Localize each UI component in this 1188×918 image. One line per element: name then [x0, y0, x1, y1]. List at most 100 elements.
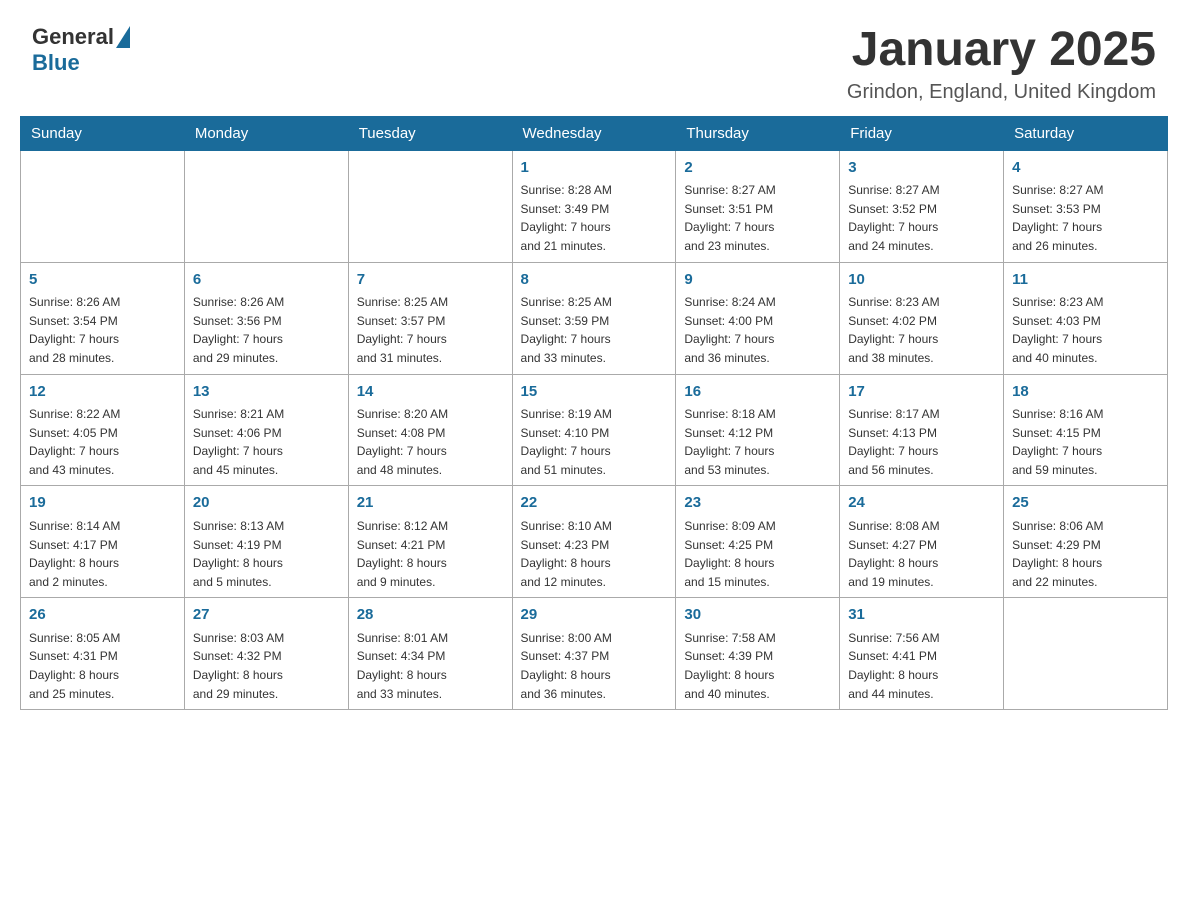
calendar-cell: 5Sunrise: 8:26 AM Sunset: 3:54 PM Daylig…	[21, 262, 185, 374]
day-info: Sunrise: 8:27 AM Sunset: 3:53 PM Dayligh…	[1012, 181, 1159, 255]
day-info: Sunrise: 8:06 AM Sunset: 4:29 PM Dayligh…	[1012, 517, 1159, 591]
calendar-cell	[184, 150, 348, 262]
calendar-header: SundayMondayTuesdayWednesdayThursdayFrid…	[21, 116, 1168, 150]
day-info: Sunrise: 8:00 AM Sunset: 4:37 PM Dayligh…	[521, 629, 668, 703]
calendar-cell: 28Sunrise: 8:01 AM Sunset: 4:34 PM Dayli…	[348, 598, 512, 710]
day-info: Sunrise: 8:09 AM Sunset: 4:25 PM Dayligh…	[684, 517, 831, 591]
day-info: Sunrise: 8:26 AM Sunset: 3:54 PM Dayligh…	[29, 293, 176, 367]
day-number: 18	[1012, 381, 1159, 404]
calendar-week-4: 19Sunrise: 8:14 AM Sunset: 4:17 PM Dayli…	[21, 486, 1168, 598]
day-number: 8	[521, 269, 668, 292]
day-info: Sunrise: 8:14 AM Sunset: 4:17 PM Dayligh…	[29, 517, 176, 591]
day-number: 16	[684, 381, 831, 404]
calendar-cell: 3Sunrise: 8:27 AM Sunset: 3:52 PM Daylig…	[840, 150, 1004, 262]
calendar-cell: 10Sunrise: 8:23 AM Sunset: 4:02 PM Dayli…	[840, 262, 1004, 374]
calendar-cell: 7Sunrise: 8:25 AM Sunset: 3:57 PM Daylig…	[348, 262, 512, 374]
calendar-cell: 1Sunrise: 8:28 AM Sunset: 3:49 PM Daylig…	[512, 150, 676, 262]
calendar-week-1: 1Sunrise: 8:28 AM Sunset: 3:49 PM Daylig…	[21, 150, 1168, 262]
calendar-cell: 22Sunrise: 8:10 AM Sunset: 4:23 PM Dayli…	[512, 486, 676, 598]
day-number: 4	[1012, 157, 1159, 180]
day-of-week-friday: Friday	[840, 116, 1004, 150]
day-number: 1	[521, 157, 668, 180]
day-number: 10	[848, 269, 995, 292]
calendar-cell	[21, 150, 185, 262]
day-number: 13	[193, 381, 340, 404]
day-number: 7	[357, 269, 504, 292]
calendar-cell: 12Sunrise: 8:22 AM Sunset: 4:05 PM Dayli…	[21, 374, 185, 486]
day-number: 23	[684, 492, 831, 515]
calendar-cell: 19Sunrise: 8:14 AM Sunset: 4:17 PM Dayli…	[21, 486, 185, 598]
calendar-cell: 25Sunrise: 8:06 AM Sunset: 4:29 PM Dayli…	[1004, 486, 1168, 598]
calendar-cell: 2Sunrise: 8:27 AM Sunset: 3:51 PM Daylig…	[676, 150, 840, 262]
calendar-cell: 23Sunrise: 8:09 AM Sunset: 4:25 PM Dayli…	[676, 486, 840, 598]
day-info: Sunrise: 8:26 AM Sunset: 3:56 PM Dayligh…	[193, 293, 340, 367]
calendar-cell: 17Sunrise: 8:17 AM Sunset: 4:13 PM Dayli…	[840, 374, 1004, 486]
day-number: 3	[848, 157, 995, 180]
calendar-cell: 31Sunrise: 7:56 AM Sunset: 4:41 PM Dayli…	[840, 598, 1004, 710]
calendar-cell: 14Sunrise: 8:20 AM Sunset: 4:08 PM Dayli…	[348, 374, 512, 486]
day-number: 2	[684, 157, 831, 180]
calendar-cell: 27Sunrise: 8:03 AM Sunset: 4:32 PM Dayli…	[184, 598, 348, 710]
day-number: 28	[357, 604, 504, 627]
month-title: January 2025	[847, 24, 1156, 77]
day-number: 11	[1012, 269, 1159, 292]
day-info: Sunrise: 8:23 AM Sunset: 4:03 PM Dayligh…	[1012, 293, 1159, 367]
calendar-cell	[1004, 598, 1168, 710]
calendar-cell: 21Sunrise: 8:12 AM Sunset: 4:21 PM Dayli…	[348, 486, 512, 598]
day-of-week-sunday: Sunday	[21, 116, 185, 150]
calendar-wrapper: SundayMondayTuesdayWednesdayThursdayFrid…	[0, 116, 1188, 730]
day-info: Sunrise: 8:22 AM Sunset: 4:05 PM Dayligh…	[29, 405, 176, 479]
calendar-cell: 13Sunrise: 8:21 AM Sunset: 4:06 PM Dayli…	[184, 374, 348, 486]
day-info: Sunrise: 7:56 AM Sunset: 4:41 PM Dayligh…	[848, 629, 995, 703]
day-info: Sunrise: 8:05 AM Sunset: 4:31 PM Dayligh…	[29, 629, 176, 703]
day-info: Sunrise: 8:23 AM Sunset: 4:02 PM Dayligh…	[848, 293, 995, 367]
header: General Blue January 2025 Grindon, Engla…	[0, 0, 1188, 116]
day-of-week-wednesday: Wednesday	[512, 116, 676, 150]
day-info: Sunrise: 8:27 AM Sunset: 3:51 PM Dayligh…	[684, 181, 831, 255]
calendar-week-2: 5Sunrise: 8:26 AM Sunset: 3:54 PM Daylig…	[21, 262, 1168, 374]
calendar-cell: 18Sunrise: 8:16 AM Sunset: 4:15 PM Dayli…	[1004, 374, 1168, 486]
day-info: Sunrise: 8:27 AM Sunset: 3:52 PM Dayligh…	[848, 181, 995, 255]
day-number: 14	[357, 381, 504, 404]
day-info: Sunrise: 8:20 AM Sunset: 4:08 PM Dayligh…	[357, 405, 504, 479]
calendar-cell: 26Sunrise: 8:05 AM Sunset: 4:31 PM Dayli…	[21, 598, 185, 710]
day-number: 5	[29, 269, 176, 292]
day-number: 12	[29, 381, 176, 404]
title-area: January 2025 Grindon, England, United Ki…	[847, 24, 1156, 104]
day-info: Sunrise: 8:16 AM Sunset: 4:15 PM Dayligh…	[1012, 405, 1159, 479]
calendar-cell	[348, 150, 512, 262]
day-number: 27	[193, 604, 340, 627]
calendar-cell: 30Sunrise: 7:58 AM Sunset: 4:39 PM Dayli…	[676, 598, 840, 710]
calendar-table: SundayMondayTuesdayWednesdayThursdayFrid…	[20, 116, 1168, 710]
day-number: 29	[521, 604, 668, 627]
calendar-body: 1Sunrise: 8:28 AM Sunset: 3:49 PM Daylig…	[21, 150, 1168, 709]
calendar-cell: 29Sunrise: 8:00 AM Sunset: 4:37 PM Dayli…	[512, 598, 676, 710]
day-info: Sunrise: 8:18 AM Sunset: 4:12 PM Dayligh…	[684, 405, 831, 479]
day-info: Sunrise: 8:03 AM Sunset: 4:32 PM Dayligh…	[193, 629, 340, 703]
calendar-cell: 9Sunrise: 8:24 AM Sunset: 4:00 PM Daylig…	[676, 262, 840, 374]
day-number: 31	[848, 604, 995, 627]
calendar-cell: 15Sunrise: 8:19 AM Sunset: 4:10 PM Dayli…	[512, 374, 676, 486]
calendar-cell: 16Sunrise: 8:18 AM Sunset: 4:12 PM Dayli…	[676, 374, 840, 486]
calendar-cell: 6Sunrise: 8:26 AM Sunset: 3:56 PM Daylig…	[184, 262, 348, 374]
day-info: Sunrise: 7:58 AM Sunset: 4:39 PM Dayligh…	[684, 629, 831, 703]
day-info: Sunrise: 8:08 AM Sunset: 4:27 PM Dayligh…	[848, 517, 995, 591]
day-info: Sunrise: 8:28 AM Sunset: 3:49 PM Dayligh…	[521, 181, 668, 255]
day-of-week-tuesday: Tuesday	[348, 116, 512, 150]
day-info: Sunrise: 8:12 AM Sunset: 4:21 PM Dayligh…	[357, 517, 504, 591]
day-info: Sunrise: 8:24 AM Sunset: 4:00 PM Dayligh…	[684, 293, 831, 367]
day-number: 19	[29, 492, 176, 515]
day-of-week-saturday: Saturday	[1004, 116, 1168, 150]
day-number: 20	[193, 492, 340, 515]
day-number: 6	[193, 269, 340, 292]
day-number: 9	[684, 269, 831, 292]
day-number: 30	[684, 604, 831, 627]
logo-blue-text: Blue	[32, 50, 80, 76]
calendar-cell: 8Sunrise: 8:25 AM Sunset: 3:59 PM Daylig…	[512, 262, 676, 374]
day-info: Sunrise: 8:17 AM Sunset: 4:13 PM Dayligh…	[848, 405, 995, 479]
day-number: 17	[848, 381, 995, 404]
location: Grindon, England, United Kingdom	[847, 81, 1156, 104]
day-info: Sunrise: 8:01 AM Sunset: 4:34 PM Dayligh…	[357, 629, 504, 703]
calendar-week-5: 26Sunrise: 8:05 AM Sunset: 4:31 PM Dayli…	[21, 598, 1168, 710]
logo: General Blue	[32, 24, 130, 76]
